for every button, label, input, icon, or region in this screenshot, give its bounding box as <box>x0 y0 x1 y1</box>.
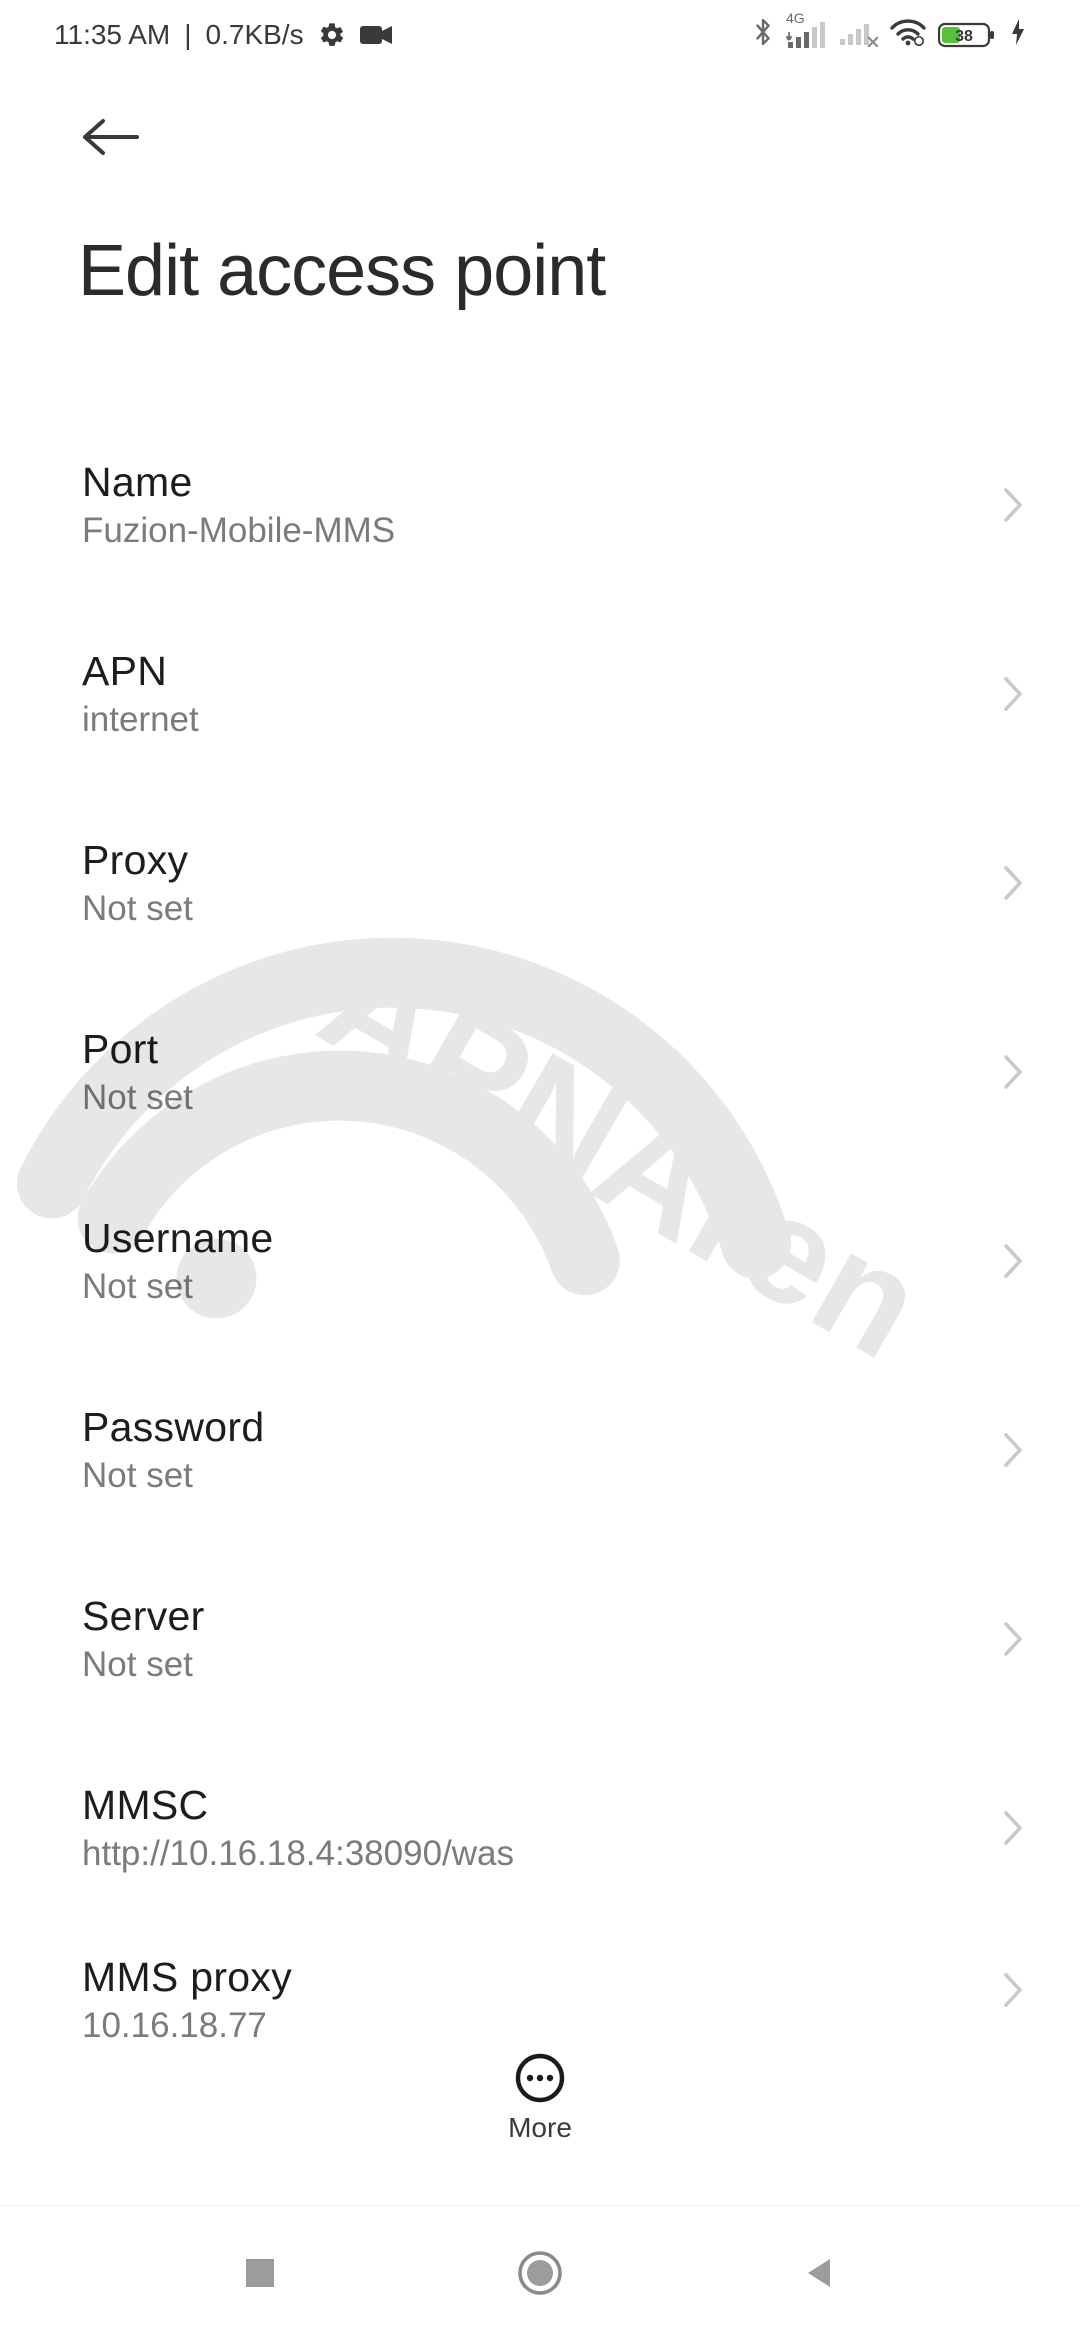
signal-4g-icon: 4G <box>786 20 826 50</box>
system-nav-bar <box>0 2205 1080 2340</box>
item-value: Not set <box>82 1078 193 1118</box>
more-button[interactable] <box>514 2052 566 2104</box>
status-right: 4G <box>752 17 1026 54</box>
apn-name-item[interactable]: Name Fuzion-Mobile-MMS <box>0 410 1080 599</box>
more-label: More <box>508 2112 572 2144</box>
battery-icon: 38 <box>938 20 998 50</box>
chevron-right-icon <box>996 1621 1032 1657</box>
item-label: MMSC <box>82 1782 514 1829</box>
item-value: Fuzion-Mobile-MMS <box>82 511 395 551</box>
apn-password-item[interactable]: Password Not set <box>0 1355 1080 1544</box>
signal-no-sim-icon <box>838 17 878 54</box>
item-value: http://10.16.18.4:38090/was <box>82 1834 514 1874</box>
back-button[interactable] <box>78 104 144 170</box>
item-label: Port <box>82 1026 193 1073</box>
page-title: Edit access point <box>78 230 1080 312</box>
apn-apn-item[interactable]: APN internet <box>0 599 1080 788</box>
status-time: 11:35 AM <box>54 19 170 51</box>
item-label: Proxy <box>82 837 193 884</box>
item-label: Username <box>82 1215 274 1262</box>
apn-mms-proxy-item[interactable]: MMS proxy 10.16.18.77 <box>0 1922 1080 2072</box>
apn-username-item[interactable]: Username Not set <box>0 1166 1080 1355</box>
chevron-right-icon <box>996 487 1032 523</box>
item-value: Not set <box>82 1645 205 1685</box>
wifi-icon <box>890 18 926 53</box>
item-value: Not set <box>82 1456 264 1496</box>
status-net-speed: 0.7KB/s <box>206 19 304 51</box>
chevron-right-icon <box>996 865 1032 901</box>
item-label: Password <box>82 1404 264 1451</box>
item-value: Not set <box>82 1267 274 1307</box>
item-label: Server <box>82 1593 205 1640</box>
chevron-right-icon <box>996 1243 1032 1279</box>
status-left: 11:35 AM | 0.7KB/s <box>54 19 392 51</box>
item-label: APN <box>82 648 199 695</box>
apn-mmsc-item[interactable]: MMSC http://10.16.18.4:38090/was <box>0 1733 1080 1922</box>
nav-recent-button[interactable] <box>230 2243 290 2303</box>
apn-server-item[interactable]: Server Not set <box>0 1544 1080 1733</box>
charging-icon <box>1010 18 1026 53</box>
battery-text: 38 <box>955 28 973 45</box>
chevron-right-icon <box>996 1432 1032 1468</box>
item-value: 10.16.18.77 <box>82 2006 292 2046</box>
apn-port-item[interactable]: Port Not set <box>0 977 1080 1166</box>
nav-back-button[interactable] <box>790 2243 850 2303</box>
chevron-right-icon <box>996 1972 1032 2008</box>
chevron-right-icon <box>996 676 1032 712</box>
item-value: Not set <box>82 889 193 929</box>
bottom-action-bar: More <box>0 2052 1080 2192</box>
settings-list: Name Fuzion-Mobile-MMS APN internet Prox… <box>0 312 1080 2072</box>
status-bar: 11:35 AM | 0.7KB/s 4G <box>0 0 1080 70</box>
chevron-right-icon <box>996 1054 1032 1090</box>
bluetooth-icon <box>752 17 774 54</box>
camera-icon <box>360 24 392 46</box>
gear-icon <box>318 21 346 49</box>
chevron-right-icon <box>996 1810 1032 1846</box>
item-value: internet <box>82 700 199 740</box>
status-separator: | <box>184 19 191 51</box>
apn-proxy-item[interactable]: Proxy Not set <box>0 788 1080 977</box>
nav-home-button[interactable] <box>510 2243 570 2303</box>
item-label: Name <box>82 459 395 506</box>
item-label: MMS proxy <box>82 1954 292 2001</box>
